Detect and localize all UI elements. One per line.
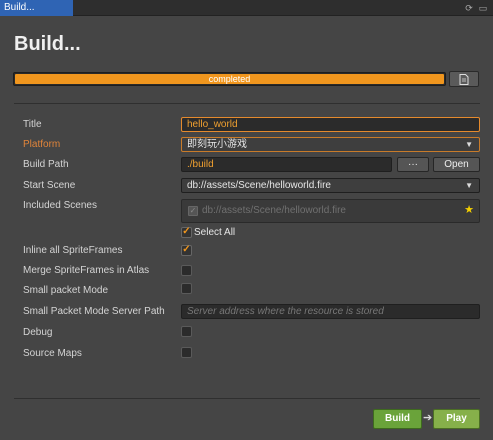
dropdown-arrow-icon: ▼ xyxy=(465,140,473,149)
start-scene-label: Start Scene xyxy=(23,180,76,191)
window-titlebar: Build... ⟳ ▭ xyxy=(0,0,493,16)
platform-select[interactable]: 即刻玩小游戏 ▼ xyxy=(181,137,480,152)
build-button[interactable]: Build xyxy=(373,409,422,429)
merge-spriteframes-label: Merge SpriteFrames in Atlas xyxy=(23,265,150,276)
log-file-button[interactable] xyxy=(449,71,479,87)
section-divider xyxy=(14,103,480,104)
refresh-icon[interactable]: ⟳ xyxy=(464,3,474,13)
checkmark-icon: ✓ xyxy=(182,244,191,255)
debug-label: Debug xyxy=(23,327,53,338)
progress-status-text: completed xyxy=(208,74,251,84)
server-path-input[interactable]: Server address where the resource is sto… xyxy=(181,304,480,319)
merge-spriteframes-checkbox[interactable] xyxy=(181,265,192,276)
star-icon: ★ xyxy=(464,204,474,216)
dropdown-arrow-icon: ▼ xyxy=(465,181,473,190)
play-button[interactable]: Play xyxy=(433,409,480,429)
small-packet-mode-label: Small packet Mode xyxy=(23,285,109,296)
arrow-right-icon: ➔ xyxy=(423,412,433,424)
server-path-label: Small Packet Mode Server Path xyxy=(23,306,165,317)
document-icon xyxy=(459,74,469,88)
window-icon[interactable]: ▭ xyxy=(478,3,488,13)
inline-spriteframes-checkbox[interactable]: ✓ xyxy=(181,244,192,256)
footer-divider xyxy=(14,398,480,399)
debug-checkbox[interactable] xyxy=(181,326,192,337)
browse-button[interactable]: ··· xyxy=(397,157,429,172)
build-path-label: Build Path xyxy=(23,159,69,170)
build-tab[interactable]: Build... xyxy=(0,0,73,16)
checkmark-icon: ✓ xyxy=(182,226,191,237)
build-progress-bar: completed xyxy=(13,72,446,86)
scene-checkbox[interactable]: ✓ xyxy=(188,206,198,216)
build-path-input[interactable]: ./build xyxy=(181,157,392,172)
start-scene-value: db://assets/Scene/helloworld.fire xyxy=(187,180,331,191)
select-all-label: Select All xyxy=(194,227,236,238)
select-all-checkbox[interactable]: ✓ xyxy=(181,226,192,238)
title-input[interactable]: hello_world xyxy=(181,117,480,132)
platform-value: 即刻玩小游戏 xyxy=(187,139,247,150)
inline-spriteframes-label: Inline all SpriteFrames xyxy=(23,245,123,256)
source-maps-label: Source Maps xyxy=(23,348,82,359)
start-scene-select[interactable]: db://assets/Scene/helloworld.fire ▼ xyxy=(181,178,480,193)
page-title: Build... xyxy=(14,33,81,55)
included-scenes-list: ✓ db://assets/Scene/helloworld.fire ★ xyxy=(181,199,480,223)
scene-item: db://assets/Scene/helloworld.fire xyxy=(202,205,346,216)
platform-label: Platform xyxy=(23,139,61,150)
included-scenes-label: Included Scenes xyxy=(23,200,97,211)
title-label: Title xyxy=(23,119,42,130)
open-button[interactable]: Open xyxy=(433,157,480,172)
small-packet-mode-checkbox[interactable] xyxy=(181,283,192,294)
source-maps-checkbox[interactable] xyxy=(181,347,192,358)
